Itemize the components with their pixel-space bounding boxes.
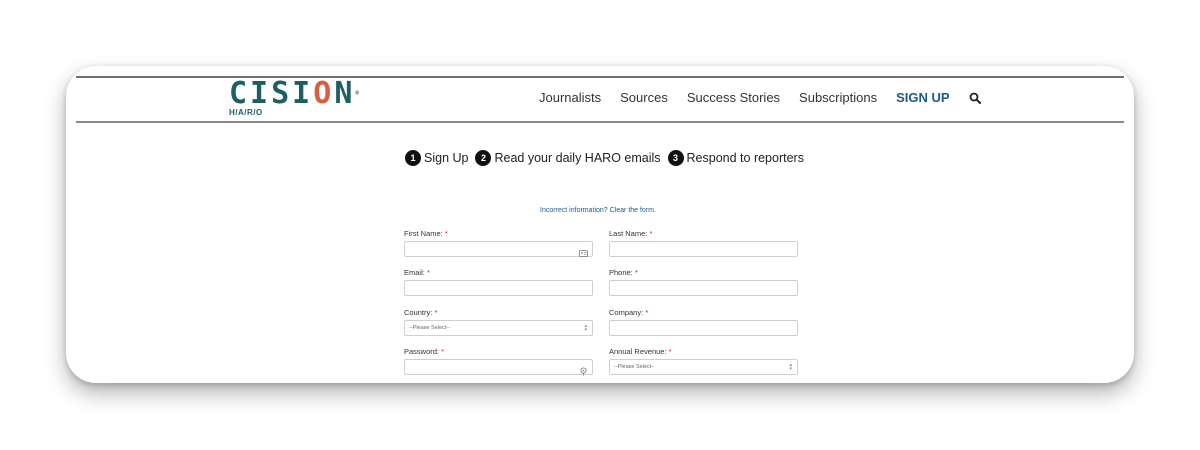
step-1: 1 Sign Up — [405, 150, 468, 166]
phone-input-box[interactable] — [609, 280, 798, 300]
email-label: Email: * — [404, 268, 430, 277]
nav-sources[interactable]: Sources — [620, 90, 668, 105]
step-2: 2 Read your daily HARO emails — [475, 150, 661, 166]
nav-divider — [76, 121, 1124, 123]
last-name-input[interactable] — [610, 247, 797, 261]
annual-revenue-selected-value: --Please Select-- — [614, 364, 655, 370]
phone-label: Phone: * — [609, 268, 638, 277]
annual-revenue-label: Annual Revenue: * — [609, 347, 672, 356]
annual-revenue-select[interactable]: --Please Select-- ▴ ▾ — [609, 359, 798, 375]
password-field: Password: * — [404, 347, 593, 379]
password-key-icon[interactable] — [579, 363, 588, 376]
last-name-field: Last Name: * — [609, 229, 798, 261]
select-arrows-icon: ▴ ▾ — [584, 323, 587, 333]
step-label: Respond to reporters — [686, 151, 804, 165]
signup-steps: 1 Sign Up 2 Read your daily HARO emails … — [405, 150, 811, 166]
step-label: Read your daily HARO emails — [494, 151, 661, 165]
clear-form-link[interactable]: Incorrect information? Clear the form. — [540, 207, 656, 214]
password-input[interactable] — [405, 365, 592, 379]
browser-card: CISION® H/A/R/O Journalists Sources Succ… — [66, 66, 1134, 383]
select-arrows-icon: ▴ ▾ — [789, 362, 792, 372]
country-field: Country: * --Please Select-- ▴ ▾ — [404, 308, 593, 336]
first-name-input-box[interactable] — [404, 241, 593, 261]
password-input-box[interactable] — [404, 359, 593, 379]
password-label: Password: * — [404, 347, 445, 356]
annual-revenue-field: Annual Revenue: * --Please Select-- ▴ ▾ — [609, 347, 798, 375]
first-name-label: First Name: * — [404, 229, 448, 238]
main-nav: Journalists Sources Success Stories Subs… — [539, 90, 981, 105]
last-name-label: Last Name: * — [609, 229, 653, 238]
country-select[interactable]: --Please Select-- ▴ ▾ — [404, 320, 593, 336]
email-input[interactable] — [405, 286, 592, 300]
nav-success-stories[interactable]: Success Stories — [687, 90, 780, 105]
step-number: 2 — [475, 150, 492, 166]
step-label: Sign Up — [424, 151, 469, 165]
first-name-input[interactable] — [405, 247, 592, 261]
company-field: Company: * — [609, 308, 798, 340]
nav-sign-up[interactable]: SIGN UP — [896, 90, 949, 105]
phone-field: Phone: * — [609, 268, 798, 300]
company-input-box[interactable] — [609, 320, 798, 340]
step-3: 3 Respond to reporters — [667, 150, 804, 166]
country-label: Country: * — [404, 308, 438, 317]
email-input-box[interactable] — [404, 280, 593, 300]
logo-wordmark: CISION® — [229, 76, 359, 111]
first-name-field: First Name: * — [404, 229, 593, 261]
country-selected-value: --Please Select-- — [409, 325, 450, 331]
company-label: Company: * — [609, 308, 649, 317]
nav-subscriptions[interactable]: Subscriptions — [799, 90, 877, 105]
last-name-input-box[interactable] — [609, 241, 798, 261]
company-input[interactable] — [610, 326, 797, 340]
nav-journalists[interactable]: Journalists — [539, 90, 601, 105]
search-icon[interactable] — [969, 92, 981, 104]
cision-haro-logo[interactable]: CISION® H/A/R/O — [229, 76, 359, 118]
phone-input[interactable] — [610, 286, 797, 300]
step-number: 1 — [405, 150, 421, 166]
email-field: Email: * — [404, 268, 593, 300]
contact-card-icon[interactable] — [579, 245, 588, 257]
step-number: 3 — [667, 150, 684, 166]
